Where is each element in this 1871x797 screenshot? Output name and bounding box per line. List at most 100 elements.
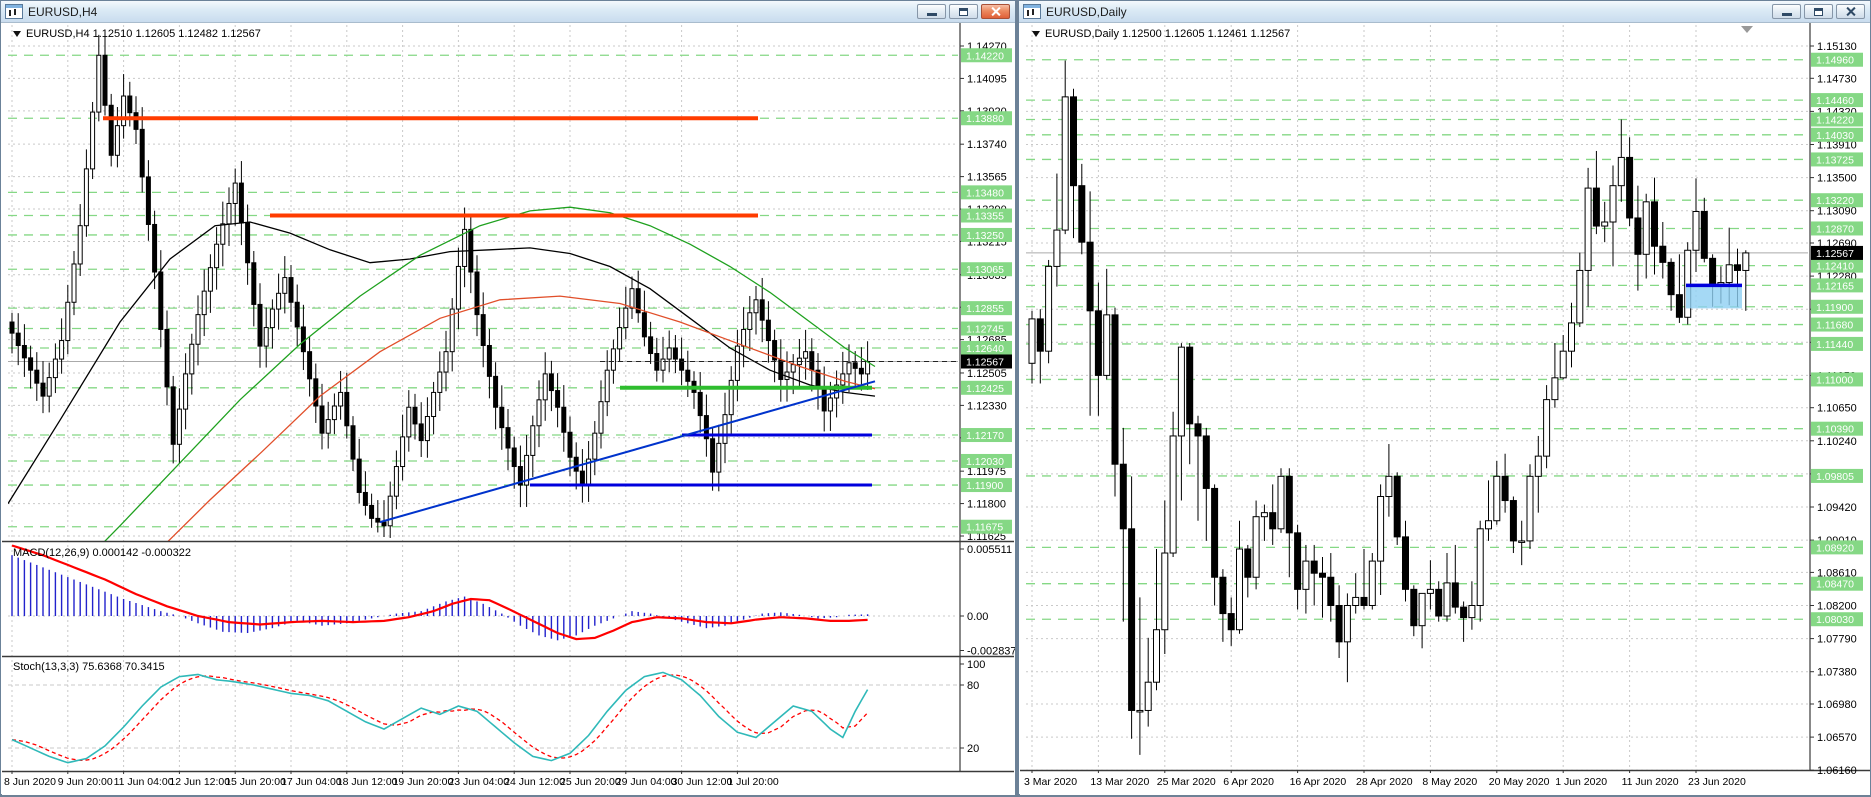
chart-window-h4[interactable]: EURUSD,H4 1.142701.140951.139201.137401.…	[0, 0, 1017, 795]
svg-text:11 Jun 2020: 11 Jun 2020	[1622, 776, 1679, 788]
svg-text:1.13355: 1.13355	[966, 211, 1004, 223]
svg-text:1.07790: 1.07790	[1817, 634, 1857, 646]
svg-text:1.13880: 1.13880	[966, 113, 1004, 125]
svg-text:1.10390: 1.10390	[1816, 424, 1854, 436]
svg-text:1.15130: 1.15130	[1817, 41, 1857, 53]
chart-window-icon	[5, 4, 23, 19]
svg-text:1.08200: 1.08200	[1817, 601, 1857, 613]
svg-text:0.005511: 0.005511	[967, 544, 1012, 556]
restore-button[interactable]	[1804, 4, 1833, 19]
svg-text:1.13725: 1.13725	[1816, 154, 1854, 166]
macd-indicator-label: MACD(12,26,9) 0.000142 -0.000322	[13, 547, 191, 559]
close-button[interactable]	[981, 4, 1010, 19]
svg-text:100: 100	[967, 659, 985, 671]
close-icon	[990, 7, 1001, 16]
svg-text:8 May 2020: 8 May 2020	[1422, 776, 1477, 788]
svg-text:6 Apr 2020: 6 Apr 2020	[1223, 776, 1274, 788]
svg-text:1.13220: 1.13220	[1816, 195, 1854, 207]
svg-text:29 Jun 04:00: 29 Jun 04:00	[616, 776, 677, 788]
svg-text:23 Jun 2020: 23 Jun 2020	[1688, 776, 1746, 788]
svg-text:1.12165: 1.12165	[1816, 280, 1854, 292]
svg-text:1.12567: 1.12567	[1816, 248, 1854, 260]
svg-text:28 Apr 2020: 28 Apr 2020	[1356, 776, 1413, 788]
svg-text:3 Mar 2020: 3 Mar 2020	[1024, 776, 1077, 788]
svg-text:1.07380: 1.07380	[1817, 667, 1857, 679]
svg-text:1.06160: 1.06160	[1817, 765, 1857, 777]
svg-text:1.12567: 1.12567	[966, 356, 1004, 368]
svg-text:1.12425: 1.12425	[966, 383, 1004, 395]
titlebar-h4[interactable]: EURUSD,H4	[1, 1, 1015, 23]
svg-text:20 May 2020: 20 May 2020	[1489, 776, 1550, 788]
svg-text:1.12170: 1.12170	[966, 430, 1004, 442]
svg-text:1.08470: 1.08470	[1816, 579, 1854, 591]
svg-text:1.14220: 1.14220	[1816, 114, 1854, 126]
svg-text:12 Jun 12:00: 12 Jun 12:00	[169, 776, 230, 788]
ohlc-readout-daily: EURUSD,Daily 1.12500 1.12605 1.12461 1.1…	[1045, 28, 1291, 40]
svg-text:11 Jun 04:00: 11 Jun 04:00	[114, 776, 174, 788]
price-chart-h4-canvas[interactable]: 1.142701.140951.139201.137401.135651.133…	[2, 23, 1017, 795]
symbol-dropdown-icon[interactable]	[13, 31, 21, 37]
stoch-indicator-label: Stoch(13,3,3) 75.6368 70.3415	[13, 661, 165, 673]
svg-text:23 Jun 04:00: 23 Jun 04:00	[448, 776, 509, 788]
svg-text:1.12410: 1.12410	[1816, 261, 1854, 273]
svg-text:1.13500: 1.13500	[1817, 173, 1857, 185]
window-title-daily: EURUSD,Daily	[1046, 4, 1127, 19]
svg-text:25 Jun 20:00: 25 Jun 20:00	[560, 776, 621, 788]
svg-text:1.13480: 1.13480	[966, 187, 1004, 199]
close-button[interactable]	[1836, 4, 1865, 19]
svg-text:1.10650: 1.10650	[1817, 403, 1857, 415]
svg-text:1.12855: 1.12855	[966, 303, 1004, 315]
mdi-workspace: EURUSD,H4 1.142701.140951.139201.137401.…	[0, 0, 1871, 797]
svg-text:1.14030: 1.14030	[1816, 130, 1854, 142]
svg-text:1.12505: 1.12505	[967, 368, 1007, 380]
svg-text:1 Jul 20:00: 1 Jul 20:00	[727, 776, 779, 788]
price-chart-daily-canvas[interactable]: 1.151301.147301.143201.139101.135001.130…	[1020, 23, 1870, 795]
chart-window-icon	[1023, 4, 1041, 19]
chart-window-daily[interactable]: EURUSD,Daily 1.15130 1.14730 1.14320 1.1391…	[1018, 0, 1871, 795]
svg-text:1.11900: 1.11900	[1816, 302, 1853, 314]
svg-text:1.13250: 1.13250	[966, 230, 1004, 242]
restore-button[interactable]	[949, 4, 978, 19]
svg-text:1.12640: 1.12640	[966, 343, 1004, 355]
svg-text:20: 20	[967, 743, 979, 755]
svg-text:0.00: 0.00	[967, 611, 988, 623]
svg-text:-0.002837: -0.002837	[967, 645, 1015, 657]
svg-text:1.14220: 1.14220	[966, 50, 1004, 62]
svg-text:25 Mar 2020: 25 Mar 2020	[1157, 776, 1216, 788]
svg-text:1.11675: 1.11675	[966, 522, 1003, 534]
svg-text:1.10240: 1.10240	[1817, 436, 1857, 448]
svg-text:9 Jun 20:00: 9 Jun 20:00	[58, 776, 113, 788]
svg-text:1.08920: 1.08920	[1816, 542, 1854, 554]
price-axis[interactable]: 1.151301.147301.143201.139101.135001.130…	[1810, 41, 1857, 777]
chart-header-daily: EURUSD,Daily 1.12500 1.12605 1.12461 1.1…	[1032, 28, 1290, 40]
ohlc-readout-h4: EURUSD,H4 1.12510 1.12605 1.12482 1.1256…	[26, 28, 261, 40]
minimize-button[interactable]	[917, 4, 946, 19]
minimize-icon	[926, 13, 937, 16]
minimize-icon	[1781, 13, 1792, 16]
symbol-dropdown-icon[interactable]	[1032, 31, 1040, 37]
svg-text:1.06980: 1.06980	[1817, 699, 1857, 711]
restore-icon	[959, 7, 968, 16]
svg-text:1.12030: 1.12030	[966, 456, 1004, 468]
svg-text:1.14460: 1.14460	[1816, 95, 1854, 107]
svg-text:1.13090: 1.13090	[1817, 206, 1857, 218]
svg-text:1.11000: 1.11000	[1816, 374, 1853, 386]
svg-text:1.11680: 1.11680	[1816, 320, 1853, 332]
svg-text:1.14730: 1.14730	[1817, 73, 1857, 85]
svg-text:8 Jun 2020: 8 Jun 2020	[4, 776, 56, 788]
minimize-button[interactable]	[1772, 4, 1801, 19]
svg-text:1.08030: 1.08030	[1816, 614, 1854, 626]
svg-text:13 Mar 2020: 13 Mar 2020	[1090, 776, 1149, 788]
svg-text:1.06570: 1.06570	[1817, 732, 1857, 744]
svg-text:1.13565: 1.13565	[967, 172, 1007, 184]
titlebar-daily[interactable]: EURUSD,Daily	[1019, 1, 1870, 23]
svg-text:1.13740: 1.13740	[967, 139, 1007, 151]
svg-text:1.14960: 1.14960	[1816, 55, 1854, 67]
svg-text:24 Jun 12:00: 24 Jun 12:00	[504, 776, 565, 788]
svg-text:1.12745: 1.12745	[966, 324, 1004, 336]
svg-text:1.09420: 1.09420	[1817, 502, 1857, 514]
svg-text:1.11440: 1.11440	[1816, 339, 1853, 351]
svg-text:1.12330: 1.12330	[967, 400, 1007, 412]
svg-text:1.11800: 1.11800	[967, 499, 1006, 511]
window-title-h4: EURUSD,H4	[28, 4, 98, 19]
